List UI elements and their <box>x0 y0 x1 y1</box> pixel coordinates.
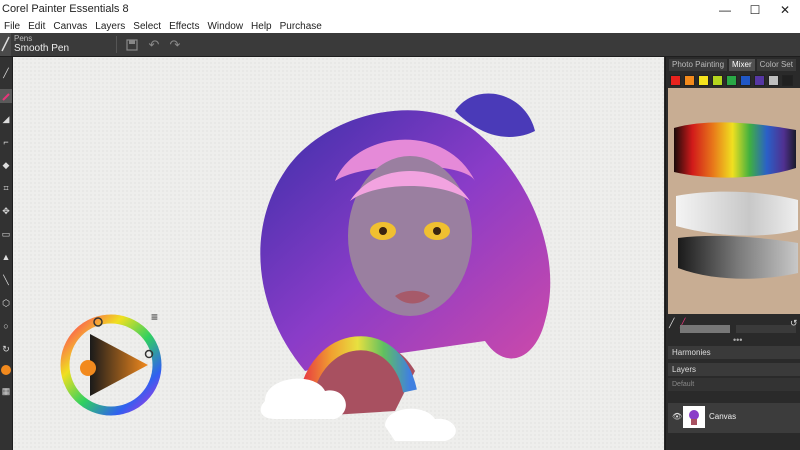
fill-tool-icon[interactable]: ◆ <box>0 158 12 172</box>
menu-help[interactable]: Help <box>247 20 276 33</box>
selection-tool-icon[interactable]: ▭ <box>0 227 12 241</box>
swatch-black[interactable] <box>782 75 793 86</box>
layers-label: Layers <box>672 365 697 374</box>
harmonies-panel-header[interactable]: Harmonies <box>668 346 800 359</box>
menu-purchase[interactable]: Purchase <box>276 20 326 33</box>
menu-layers[interactable]: Layers <box>91 20 129 33</box>
transform-tool-icon[interactable]: ✥ <box>0 204 12 218</box>
layer-adjuster-icon[interactable]: ▲ <box>0 250 12 264</box>
mixer-brush-size[interactable] <box>680 325 730 333</box>
mixer-pad[interactable] <box>668 88 800 324</box>
harmonies-label: Harmonies <box>672 348 711 357</box>
brush-tool-icon[interactable]: ╱ <box>0 66 12 80</box>
minimize-button[interactable]: — <box>710 0 740 20</box>
swatch-lime[interactable] <box>712 75 723 86</box>
line-tool-icon[interactable]: ╲ <box>0 273 12 287</box>
color-wheel-menu-icon[interactable]: ≡ <box>151 310 158 324</box>
property-bar: Pens Smooth Pen ↶ ↷ <box>0 33 800 57</box>
tab-color-set[interactable]: Color Set <box>756 59 796 71</box>
canvas-area[interactable]: ≡ <box>13 57 664 450</box>
brush-selector[interactable]: Pens Smooth Pen <box>14 35 69 55</box>
visibility-eye-icon[interactable]: 👁 <box>672 412 682 421</box>
mixer-brush-icon[interactable]: ╱ <box>669 318 674 329</box>
color-panel-tabs: Photo Painting Mixer Color Set <box>669 59 798 71</box>
rotate-tool-icon[interactable]: ↻ <box>0 342 12 356</box>
swatch-orange[interactable] <box>684 75 695 86</box>
menu-file[interactable]: File <box>0 20 24 33</box>
composite-method-dropdown[interactable]: Default <box>668 378 800 391</box>
current-color-swatch[interactable] <box>1 365 11 375</box>
menu-edit[interactable]: Edit <box>24 20 49 33</box>
swatch-yellow[interactable] <box>698 75 709 86</box>
layer-row[interactable]: 👁 Canvas <box>668 403 800 433</box>
mixer-clear-icon[interactable]: ↺ <box>790 318 798 329</box>
lasso-tool-icon[interactable]: ○ <box>0 319 12 333</box>
dropper-tool-icon[interactable] <box>0 89 12 103</box>
mixer-swatches <box>670 75 796 86</box>
menu-select[interactable]: Select <box>129 20 165 33</box>
save-icon[interactable] <box>124 37 140 53</box>
shape-tool-icon[interactable]: ⬡ <box>0 296 12 310</box>
mixer-slider[interactable] <box>736 325 796 333</box>
color-wheel[interactable] <box>58 312 164 418</box>
menu-bar: File Edit Canvas Layers Select Effects W… <box>0 20 800 33</box>
window-title: Corel Painter Essentials 8 <box>2 3 129 15</box>
undo-icon[interactable]: ↶ <box>146 37 162 53</box>
swatch-red[interactable] <box>670 75 681 86</box>
layer-thumbnail <box>683 406 705 428</box>
brush-variant: Smooth Pen <box>14 43 70 54</box>
brush-selector-icon[interactable] <box>0 33 11 56</box>
eraser-tool-icon[interactable]: ◢ <box>0 112 12 126</box>
crop-tool-icon[interactable]: ⌗ <box>0 181 12 195</box>
tab-photo-painting[interactable]: Photo Painting <box>669 59 728 71</box>
menu-effects[interactable]: Effects <box>165 20 203 33</box>
composite-method-value: Default <box>672 381 695 388</box>
swatch-purple[interactable] <box>754 75 765 86</box>
maximize-button[interactable]: ☐ <box>740 0 770 20</box>
paper-icon[interactable]: ▦ <box>0 384 12 398</box>
brush-category: Pens <box>14 34 33 43</box>
panel-grip-icon[interactable]: ••• <box>733 335 742 345</box>
blender-tool-icon[interactable]: ⌐ <box>0 135 12 149</box>
window-controls: — ☐ ✕ <box>710 0 800 20</box>
swatch-blue[interactable] <box>740 75 751 86</box>
layers-panel-header[interactable]: Layers <box>668 363 800 376</box>
swatch-green[interactable] <box>726 75 737 86</box>
right-panel: Photo Painting Mixer Color Set ╱ ╱ ↺ •••… <box>665 57 800 450</box>
redo-icon[interactable]: ↷ <box>167 37 183 53</box>
tab-mixer[interactable]: Mixer <box>729 59 755 71</box>
divider <box>116 36 117 53</box>
menu-canvas[interactable]: Canvas <box>49 20 91 33</box>
close-button[interactable]: ✕ <box>770 0 800 20</box>
toolbox: ╱ ◢ ⌐ ◆ ⌗ ✥ ▭ ▲ ╲ ⬡ ○ ↻ ▦ <box>0 57 13 450</box>
menu-window[interactable]: Window <box>203 20 247 33</box>
swatch-gray[interactable] <box>768 75 779 86</box>
artwork-portrait <box>260 93 551 441</box>
layer-name: Canvas <box>709 412 737 421</box>
title-bar: Corel Painter Essentials 8 — ☐ ✕ <box>0 0 800 20</box>
